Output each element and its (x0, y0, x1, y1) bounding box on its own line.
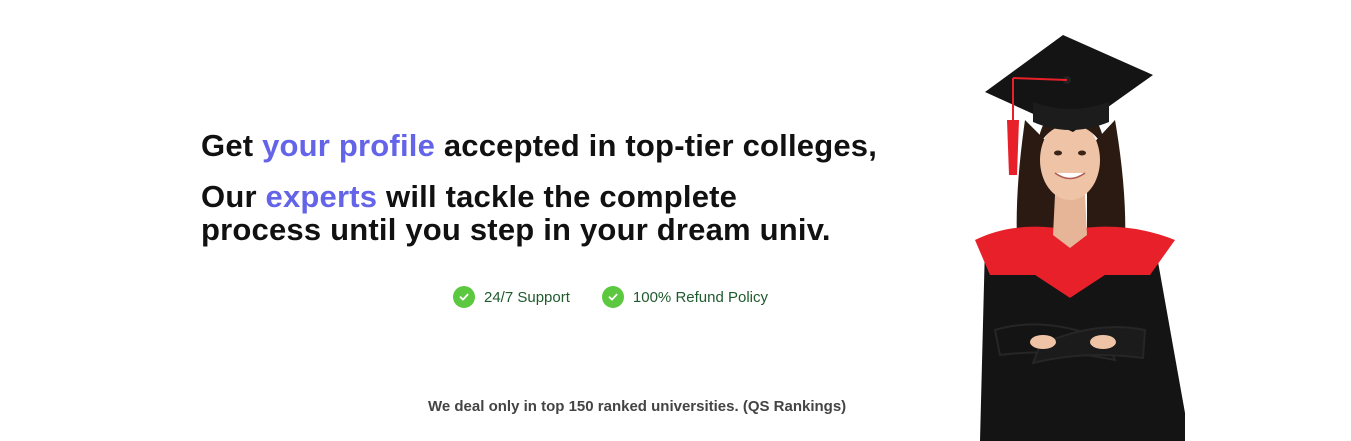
feature-label: 24/7 Support (484, 288, 570, 306)
headline-highlight: your profile (262, 128, 436, 163)
headline-text-start: Get (201, 128, 263, 163)
check-circle-icon (453, 286, 475, 308)
headline-text-end: accepted in top-tier colleges, (435, 128, 878, 163)
subheadline-line-2: process until you step in your dream uni… (201, 212, 831, 247)
feature-label: 100% Refund Policy (632, 288, 768, 306)
subheadline-text-start: Our (201, 179, 266, 214)
subheadline-text-end: will tackle the complete (377, 179, 738, 214)
check-circle-icon (601, 286, 624, 308)
hero-subheadline: Our experts will tackle the complete pro… (201, 180, 831, 246)
subheadline-highlight: experts (265, 179, 378, 214)
hero-headline: Get your profile accepted in top-tier co… (201, 128, 877, 164)
rankings-footnote: We deal only in top 150 ranked universit… (428, 398, 847, 415)
feature-support: 24/7 Support (453, 286, 570, 308)
feature-list: 24/7 Support 100% Refund Policy (453, 286, 800, 308)
feature-refund: 100% Refund Policy (601, 286, 768, 308)
subheadline-line-1: Our experts will tackle the complete (201, 180, 831, 213)
graduate-student-image (975, 35, 1185, 441)
